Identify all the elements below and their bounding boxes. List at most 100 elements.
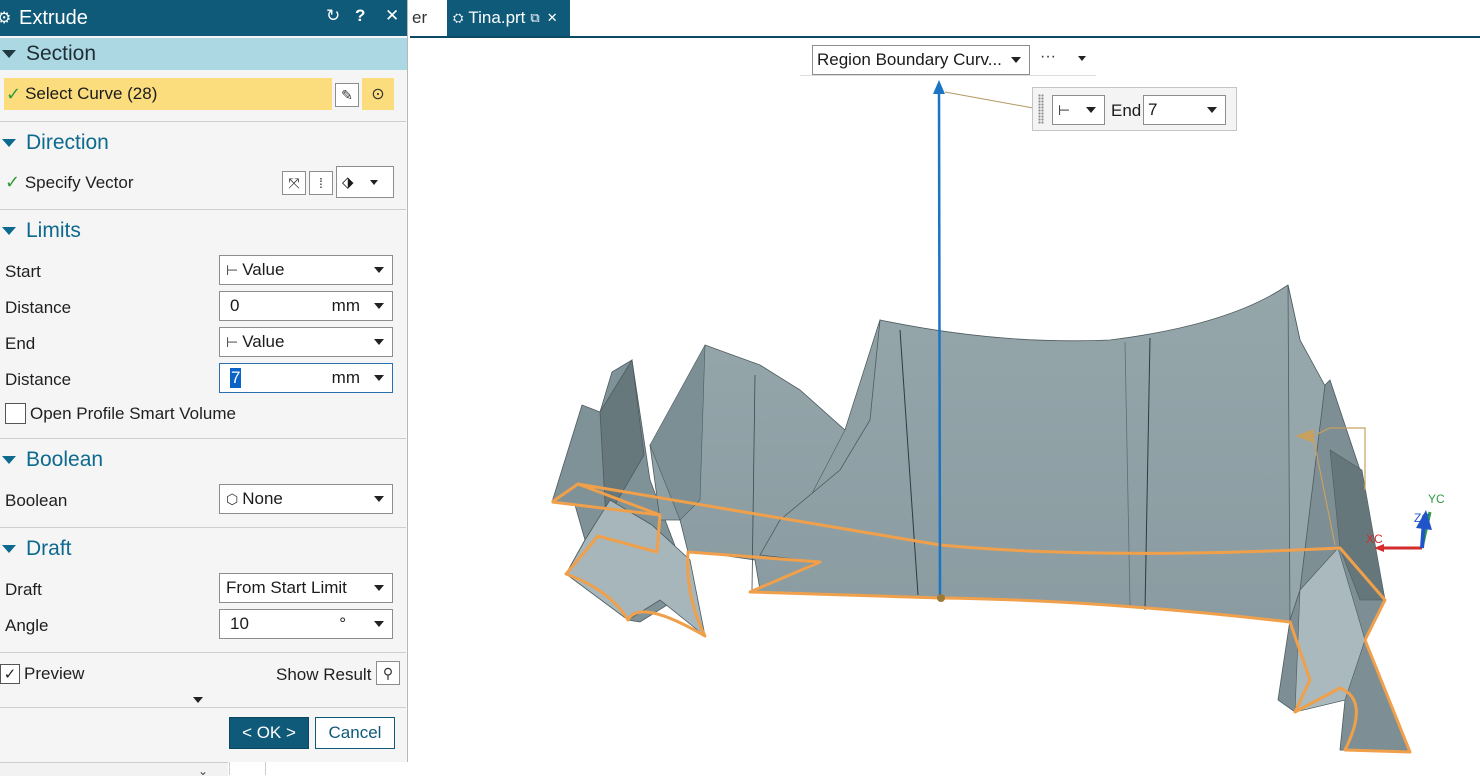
direction-group-header[interactable]: Direction — [0, 126, 400, 159]
open-profile-checkbox[interactable] — [5, 403, 26, 424]
chevron-down-icon — [374, 496, 384, 502]
draft-group-header[interactable]: Draft — [0, 532, 400, 565]
select-curve-label: Select Curve (28) — [25, 84, 158, 103]
chevron-down-icon — [374, 267, 384, 273]
dialog-title: Extrude — [19, 6, 88, 29]
collapse-triangle-icon — [2, 544, 16, 553]
selection-filter-dropdown[interactable]: Region Boundary Curv... — [812, 45, 1030, 75]
draft-angle-input[interactable]: 10 ° — [219, 609, 393, 639]
drag-grip[interactable] — [1038, 94, 1044, 124]
until-value-icon: ⊢ — [1058, 101, 1071, 118]
until-value-icon: ⊢ — [226, 333, 239, 350]
boolean-none-icon: ⬡ — [226, 490, 239, 507]
draft-angle-value: 10 — [230, 614, 249, 633]
collapse-triangle-icon — [2, 138, 16, 147]
undock-icon[interactable]: ⧉ — [530, 10, 539, 26]
start-distance-input[interactable]: 0 mm — [219, 291, 393, 321]
chevron-down-icon — [374, 339, 384, 345]
underlying-panel-edge — [0, 762, 228, 776]
end-distance-unit: mm — [331, 368, 360, 387]
angle-label: Angle — [5, 616, 49, 635]
checkmark-icon: ✓ — [6, 83, 22, 104]
collapse-triangle-icon — [2, 50, 16, 58]
start-limit-dropdown[interactable]: ⊢ Value — [219, 255, 393, 285]
help-icon[interactable]: ? — [355, 6, 365, 26]
extruded-surface-body[interactable] — [551, 284, 1411, 753]
start-label: Start — [5, 262, 41, 281]
end-limit-onscreen-input: ⊢ End 7 — [1032, 87, 1237, 131]
part-file-icon: ⛭ — [453, 10, 464, 25]
end-label: End — [5, 334, 36, 353]
panel-divider — [229, 762, 230, 775]
divider — [0, 527, 406, 528]
section-group-header[interactable]: Section — [0, 38, 407, 70]
dialog-titlebar[interactable]: ⚙ Extrude ↻ ? ✕ — [0, 0, 407, 36]
chevron-down-icon — [369, 179, 378, 185]
selection-filter-value: Region Boundary Curv... — [817, 50, 1002, 69]
tab-previous[interactable]: er — [410, 8, 427, 28]
vector-type-dropdown[interactable]: ⬗ — [336, 166, 394, 198]
cancel-button[interactable]: Cancel — [315, 717, 395, 749]
vector-dialog-icon[interactable]: ⁞ — [309, 171, 333, 195]
boolean-dropdown[interactable]: ⬡ None — [219, 484, 393, 514]
draft-group-title: Draft — [26, 536, 72, 560]
triad-x-label: XC — [1366, 532, 1383, 546]
boolean-group-header[interactable]: Boolean — [0, 443, 400, 476]
show-result-magnifier-icon[interactable]: ⚲ — [376, 661, 400, 685]
limits-group-header[interactable]: Limits — [0, 214, 400, 247]
gear-icon[interactable]: ⚙ — [0, 8, 13, 28]
chevron-down-icon — [374, 375, 384, 381]
specify-vector-row: ✓ Specify Vector — [0, 172, 134, 193]
more-options-button[interactable]: ··· — [1040, 48, 1056, 66]
start-limit-value: Value — [242, 260, 285, 279]
preview-label: Preview — [24, 664, 85, 683]
end-limit-type-dropdown[interactable]: ⊢ — [1052, 95, 1105, 125]
end-limit-value: 7 — [1148, 100, 1158, 119]
draft-label: Draft — [5, 580, 42, 599]
curve-selector-icon[interactable]: ⊙ — [362, 78, 394, 110]
sketch-section-icon[interactable]: ✎ — [335, 83, 359, 107]
divider — [0, 652, 406, 653]
end-limit-value-field[interactable]: 7 — [1143, 95, 1226, 125]
open-profile-smart-volume-row[interactable]: Open Profile Smart Volume — [5, 403, 236, 424]
start-distance-value: 0 — [230, 296, 240, 315]
close-icon[interactable]: ✕ — [385, 6, 399, 26]
select-curve-row[interactable]: ✓ Select Curve (28) — [4, 78, 332, 110]
chevron-down-icon[interactable]: ⌄ — [198, 764, 208, 778]
triad-z-label: ZC — [1414, 511, 1430, 525]
boolean-value: None — [242, 489, 283, 508]
draft-type-value: From Start Limit — [226, 578, 347, 597]
draft-type-dropdown[interactable]: From Start Limit — [219, 573, 393, 603]
show-result-label: Show Result — [276, 665, 372, 684]
checkmark-icon: ✓ — [5, 172, 21, 192]
specify-vector-label: Specify Vector — [24, 173, 134, 192]
triad-y-label: YC — [1428, 492, 1445, 506]
extrude-dialog: ⚙ Extrude ↻ ? ✕ Section ✓ Select Curve (… — [0, 0, 408, 762]
draft-angle-unit: ° — [339, 614, 346, 633]
reverse-direction-icon[interactable]: ⤧ — [282, 171, 306, 195]
end-distance-label: Distance — [5, 370, 72, 389]
ok-button[interactable]: < OK > — [229, 717, 309, 749]
end-distance-input[interactable]: 7 mm — [219, 363, 393, 393]
tab-tina-prt[interactable]: ⛭ Tina.prt ⧉ ✕ — [447, 0, 570, 36]
start-distance-label: Distance — [5, 298, 72, 317]
end-limit-label: End — [1111, 101, 1142, 120]
chevron-down-icon — [374, 621, 384, 627]
divider — [0, 707, 406, 708]
collapse-triangle-icon — [2, 226, 16, 235]
toolbar-overflow-icon[interactable] — [1078, 56, 1086, 61]
close-tab-icon[interactable]: ✕ — [547, 10, 558, 26]
divider — [0, 438, 406, 439]
end-limit-dropdown[interactable]: ⊢ Value — [219, 327, 393, 357]
preview-row[interactable]: ✓ Preview — [0, 664, 84, 684]
boolean-group-title: Boolean — [26, 447, 104, 471]
divider — [0, 121, 406, 122]
document-tabstrip: er ⛭ Tina.prt ⧉ ✕ — [410, 0, 1480, 38]
preview-checkbox[interactable]: ✓ — [0, 664, 20, 684]
reset-icon[interactable]: ↻ — [326, 6, 340, 26]
direction-group-title: Direction — [26, 130, 109, 154]
chevron-down-icon — [374, 303, 384, 309]
expand-more-icon[interactable] — [193, 697, 203, 703]
start-distance-unit: mm — [331, 296, 360, 315]
limits-group-title: Limits — [26, 218, 81, 242]
